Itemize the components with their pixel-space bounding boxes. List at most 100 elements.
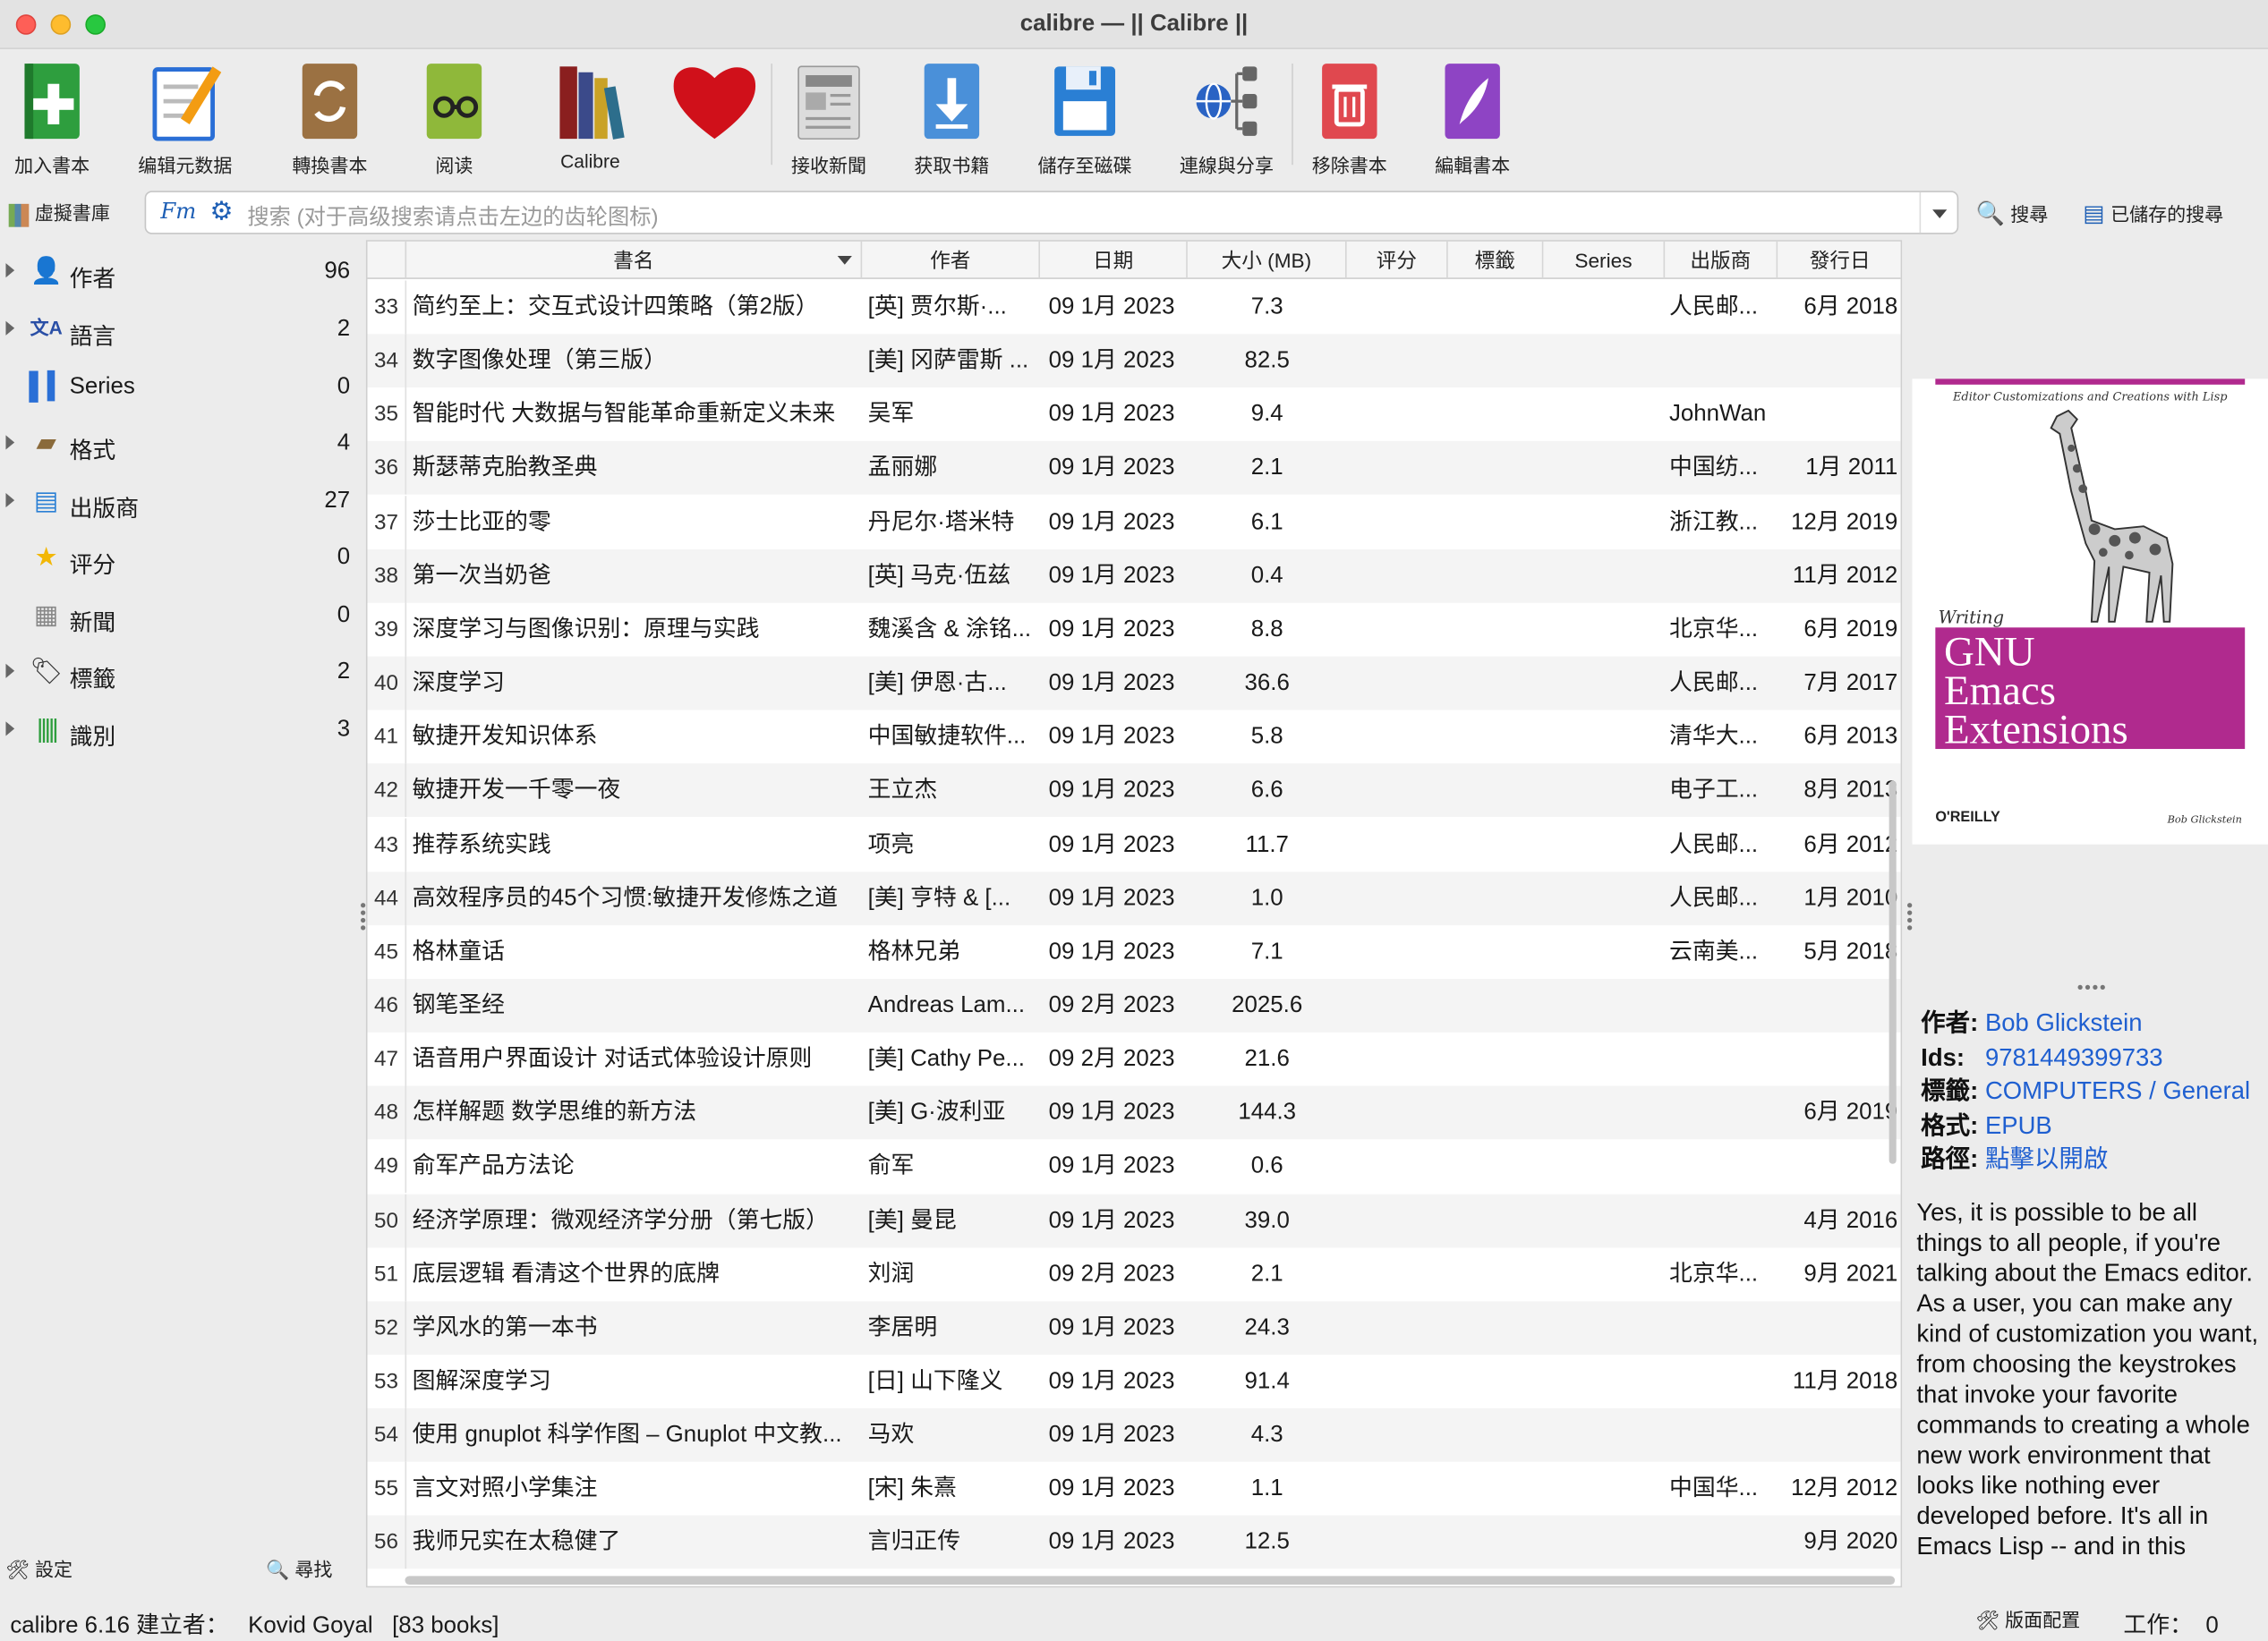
- read-button[interactable]: 阅读: [411, 58, 498, 180]
- tag-icon: 🏷: [30, 656, 64, 685]
- sidebar-item-series[interactable]: ▌▍ Series 0: [0, 359, 362, 413]
- connect-share-button[interactable]: 連線與分享: [1179, 58, 1275, 180]
- sidebar-item-news[interactable]: ▦ 新聞 0: [0, 587, 362, 642]
- table-row[interactable]: 56 我师兄实在太稳健了 言归正传 09 1月 2023 12.5 9月 2020: [367, 1516, 1901, 1569]
- column-header-author[interactable]: 作者: [862, 241, 1040, 279]
- cell-pubdate: [1778, 335, 1897, 388]
- expand-arrow-icon[interactable]: [5, 493, 15, 508]
- meta-format-link[interactable]: EPUB: [1985, 1111, 2052, 1139]
- sidebar-item-publishers[interactable]: ▤ 出版商 27: [0, 472, 362, 527]
- book-cover[interactable]: Editor Customizations and Creations with…: [1912, 378, 2268, 845]
- cell-title: 斯瑟蒂克胎教圣典: [412, 455, 598, 481]
- cell-index: 33: [367, 280, 407, 335]
- table-row[interactable]: 44 高效程序员的45个习惯:敏捷开发修炼之道 [美] 亨特 & [... 09 1月…: [367, 871, 1901, 925]
- sidebar-item-formats[interactable]: ▰ 格式 4: [0, 415, 362, 470]
- column-header-rating[interactable]: 评分: [1347, 241, 1448, 279]
- donate-button[interactable]: [669, 58, 761, 180]
- expand-arrow-icon[interactable]: [5, 435, 15, 450]
- expand-arrow-icon[interactable]: [5, 663, 15, 678]
- remove-books-button[interactable]: 移除書本: [1306, 58, 1393, 180]
- cell-author: [宋] 朱熹: [867, 1476, 957, 1501]
- cell-index: 38: [367, 548, 407, 603]
- calibre-library-button[interactable]: Calibre: [547, 58, 634, 180]
- sidebar-item-rating[interactable]: ★ 评分 0: [0, 529, 362, 583]
- expand-arrow-icon[interactable]: [5, 721, 15, 736]
- book-list-horizontal-scrollbar[interactable]: [405, 1576, 1896, 1586]
- layout-button[interactable]: 🛠 版面配置: [1976, 1605, 2081, 1633]
- splitter-handle[interactable]: ••••: [2077, 977, 2108, 998]
- table-row[interactable]: 36 斯瑟蒂克胎教圣典 孟丽娜 09 1月 2023 2.1 中国纺... 1月 2011: [367, 441, 1901, 496]
- table-row[interactable]: 54 使用 gnuplot 科学作图 – Gnuplot 中文教... 马欢 09 1…: [367, 1408, 1901, 1462]
- expand-arrow-icon[interactable]: [5, 320, 15, 336]
- jobs-indicator[interactable]: 工作： 0: [2123, 1605, 2218, 1640]
- edit-metadata-button[interactable]: 编辑元数据: [138, 58, 232, 180]
- table-row[interactable]: 49 俞军产品方法论 俞军 09 1月 2023 0.6: [367, 1139, 1900, 1194]
- settings-button[interactable]: 🛠 設定: [5, 1554, 72, 1582]
- table-row[interactable]: 34 数字图像处理（第三版） [美] 冈萨雷斯 ... 09 1月 2023 82.5: [367, 334, 1901, 388]
- fetch-news-button[interactable]: 接收新聞: [786, 58, 873, 180]
- convert-books-button[interactable]: 轉換書本: [286, 58, 373, 180]
- table-row[interactable]: 33 简约至上：交互式设计四策略（第2版） [英] 贾尔斯·... 09 1月 202…: [367, 280, 1900, 335]
- book-list-vertical-scrollbar[interactable]: [1889, 780, 1897, 1164]
- cell-publisher: 人民邮...: [1668, 831, 1759, 857]
- meta-ids-link[interactable]: 9781449399733: [1985, 1043, 2163, 1071]
- cell-date: 09 1月 2023: [1048, 1369, 1175, 1394]
- cell-publisher: 电子工...: [1668, 778, 1759, 803]
- series-icon: ▌▍: [29, 371, 68, 401]
- cell-date: 09 1月 2023: [1048, 348, 1175, 374]
- search-button[interactable]: 🔍 搜尋: [1976, 200, 2049, 228]
- table-row[interactable]: 55 言文对照小学集注 [宋] 朱熹 09 1月 2023 1.1 中国华... 12月 2…: [367, 1462, 1900, 1516]
- column-header-pubdate[interactable]: 發行日: [1778, 242, 1900, 279]
- table-row[interactable]: 35 智能时代 大数据与智能革命重新定义未来 吴军 09 1月 2023 9.4 John…: [367, 387, 1900, 442]
- cell-date: 09 1月 2023: [1048, 885, 1175, 911]
- sidebar-item-authors[interactable]: 👤 作者 96: [0, 242, 362, 297]
- column-header-publisher[interactable]: 出版商: [1665, 241, 1778, 279]
- virtual-library-button[interactable]: 虛擬書庫: [8, 198, 110, 226]
- expand-arrow-icon[interactable]: [5, 263, 15, 278]
- meta-tags-link[interactable]: COMPUTERS / General: [1985, 1077, 2250, 1105]
- table-row[interactable]: 47 语音用户界面设计 对话式体验设计原则 [美] Cathy Pe... 09 2月…: [367, 1032, 1900, 1086]
- table-row[interactable]: 38 第一次当奶爸 [英] 马克·伍兹 09 1月 2023 0.4 11月 2012: [367, 548, 1901, 603]
- meta-path-link[interactable]: 點擊以開啟: [1985, 1145, 2108, 1173]
- add-books-button[interactable]: 加入書本: [9, 58, 96, 180]
- save-to-disk-button[interactable]: 儲存至磁碟: [1038, 58, 1132, 180]
- get-books-button[interactable]: 获取书籍: [908, 58, 995, 180]
- table-row[interactable]: 37 莎士比亚的零 丹尼尔·塔米特 09 1月 2023 6.1 浙江教... 12月 20…: [367, 495, 1900, 549]
- table-row[interactable]: 40 深度学习 [美] 伊恩·古... 09 1月 2023 36.6 人民邮... 7月 …: [367, 656, 1901, 710]
- saved-searches-button[interactable]: ▤ 已儲存的搜尋: [2083, 200, 2223, 228]
- table-row[interactable]: 53 图解深度学习 [日] 山下隆义 09 1月 2023 91.4 11月 2018: [367, 1355, 1900, 1408]
- cell-date: 09 1月 2023: [1048, 1154, 1175, 1179]
- find-button[interactable]: 🔍 尋找: [266, 1554, 332, 1582]
- library-books-icon: [559, 66, 625, 140]
- search-input[interactable]: Fт ⚙ 搜索 (对于高级搜索请点击左边的齿轮图标): [144, 191, 1959, 234]
- full-text-search-icon[interactable]: Fт: [160, 198, 196, 224]
- table-row[interactable]: 42 敏捷开发一千零一夜 王立杰 09 1月 2023 6.6 电子工... 8月 2013: [367, 763, 1901, 818]
- column-header-series[interactable]: Series: [1543, 241, 1666, 279]
- table-row[interactable]: 39 深度学习与图像识别：原理与实践 魏溪含 & 涂铭... 09 1月 2023 8.…: [367, 602, 1900, 657]
- sidebar-item-languages[interactable]: 文A 語言 2: [0, 301, 362, 355]
- sidebar-item-identifiers[interactable]: ||||| 識別 3: [0, 701, 362, 756]
- gear-icon[interactable]: ⚙: [209, 197, 233, 227]
- cell-date: 09 1月 2023: [1048, 294, 1175, 320]
- table-row[interactable]: 43 推荐系统实践 项亮 09 1月 2023 11.7 人民邮... 6月 2012: [367, 817, 1900, 872]
- table-row[interactable]: 45 格林童话 格林兄弟 09 1月 2023 7.1 云南美... 5月 2018: [367, 924, 1900, 979]
- meta-author-link[interactable]: Bob Glickstein: [1985, 1009, 2143, 1037]
- cell-title: 钢笔圣经: [412, 993, 506, 1018]
- column-header-date[interactable]: 日期: [1040, 241, 1188, 279]
- column-header-title[interactable]: 書名: [406, 241, 863, 279]
- column-header-tags[interactable]: 標籤: [1448, 241, 1544, 279]
- edit-book-button[interactable]: 編輯書本: [1429, 58, 1516, 180]
- column-header-size[interactable]: 大小 (MB): [1188, 241, 1347, 279]
- table-row[interactable]: 46 钢笔圣经 Andreas Lam... 09 2月 2023 2025.6: [367, 978, 1901, 1033]
- table-row[interactable]: 50 经济学原理：微观经济学分册（第七版） [美] 曼昆 09 1月 2023 39.0…: [367, 1194, 1901, 1247]
- sidebar-item-tags[interactable]: 🏷 標籤 2: [0, 643, 362, 698]
- table-row[interactable]: 41 敏捷开发知识体系 中国敏捷软件... 09 1月 2023 5.8 清华大... 6月…: [367, 710, 1900, 764]
- cell-author: [美] 冈萨雷斯 ...: [867, 348, 1029, 374]
- table-row[interactable]: 52 学风水的第一本书 李居明 09 1月 2023 24.3: [367, 1301, 1901, 1355]
- search-history-dropdown[interactable]: [1919, 191, 1957, 234]
- settings-icon: 🛠: [5, 1558, 30, 1581]
- cover-title: GNU Emacs Extensions: [1944, 631, 2128, 751]
- table-row[interactable]: 51 底层逻辑 看清这个世界的底牌 刘润 09 2月 2023 2.1 北京华... 9月 …: [367, 1247, 1900, 1301]
- cell-index: 47: [367, 1032, 407, 1086]
- table-row[interactable]: 48 怎样解题 数学思维的新方法 [美] G·波利亚 09 1月 2023 144.3 6…: [367, 1085, 1901, 1140]
